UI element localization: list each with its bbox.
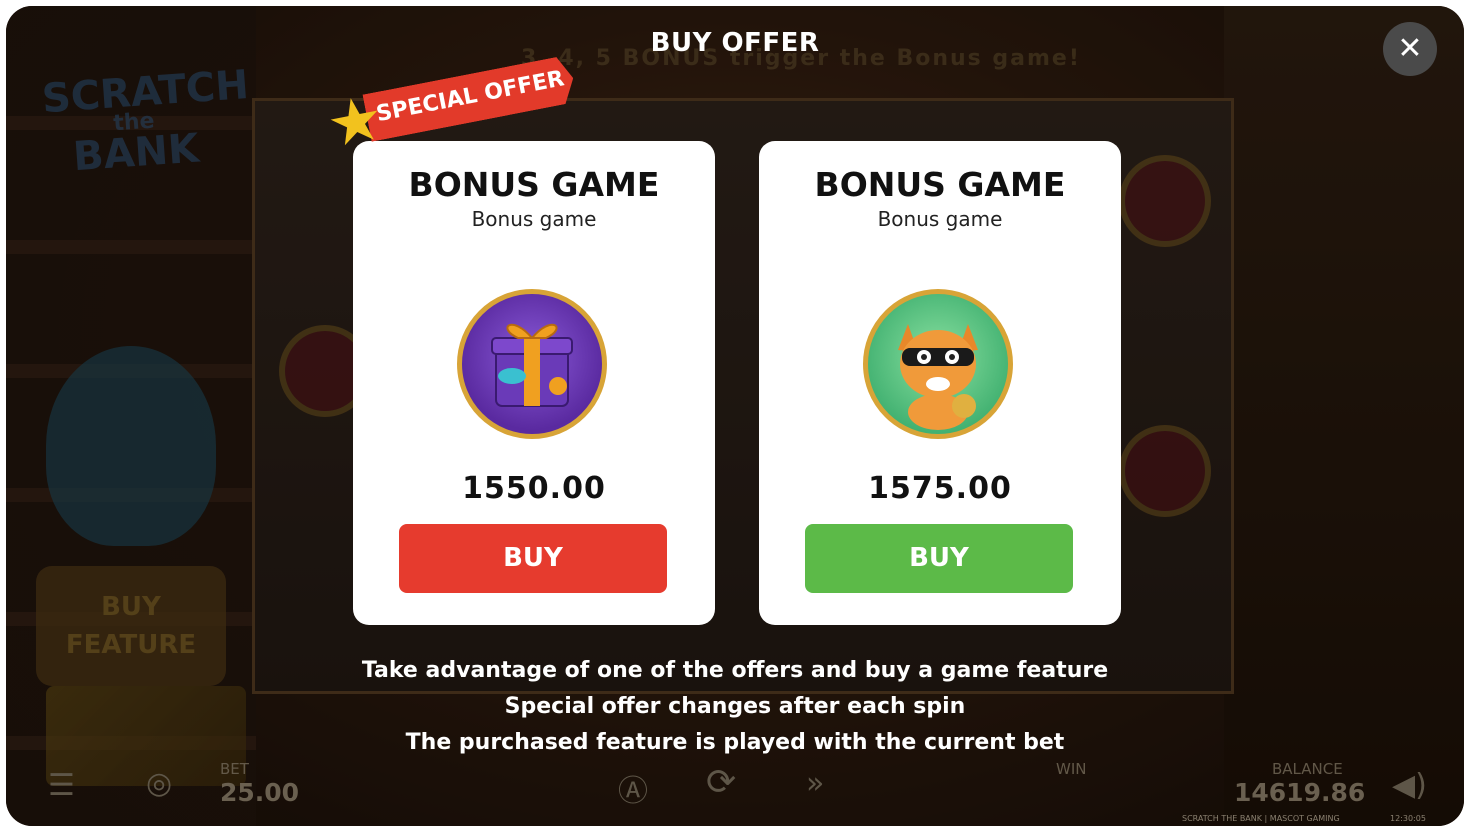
info-line: Special offer changes after each spin bbox=[504, 694, 966, 719]
turbo-icon: » bbox=[806, 766, 825, 801]
menu-icon: ☰ bbox=[48, 768, 75, 803]
dialog-title: BUY OFFER bbox=[650, 28, 820, 58]
close-button[interactable]: ✕ bbox=[1383, 22, 1437, 76]
coins-stack-icon: ◎ bbox=[146, 766, 173, 801]
offer-card-1: BONUS GAME Bonus game 1550.00 BUY bbox=[353, 141, 715, 625]
balance-value: 14619.86 bbox=[1234, 778, 1366, 807]
win-label: WIN bbox=[1056, 760, 1087, 778]
buy-button[interactable]: BUY bbox=[805, 524, 1073, 593]
balance-label: BALANCE bbox=[1272, 760, 1343, 778]
spin-icon: ⟳ bbox=[706, 762, 737, 803]
clock: 12:30:05 bbox=[1390, 814, 1426, 823]
offer-price: 1550.00 bbox=[462, 471, 606, 506]
bottom-hud: ☰ ◎ BET 25.00 Ⓐ ⟳ » WIN BALANCE 14619.86… bbox=[6, 756, 1464, 826]
footer-brand: SCRATCH THE BANK | MASCOT GAMING bbox=[1182, 814, 1340, 823]
autoplay-icon: Ⓐ bbox=[618, 774, 648, 809]
game-frame: 3, 4, 5 BONUS trigger the Bonus game! SC… bbox=[6, 6, 1464, 826]
bet-label: BET bbox=[220, 760, 249, 778]
info-line: The purchased feature is played with the… bbox=[405, 730, 1065, 755]
offer-price: 1575.00 bbox=[868, 471, 1012, 506]
offer-title: BONUS GAME bbox=[814, 165, 1066, 204]
gift-box-icon bbox=[457, 289, 607, 439]
info-line: Take advantage of one of the offers and … bbox=[361, 658, 1109, 683]
buy-button[interactable]: BUY bbox=[399, 524, 667, 593]
bandit-cat-icon bbox=[898, 324, 978, 430]
offer-subtitle: Bonus game bbox=[471, 207, 597, 231]
gift-box-icon bbox=[491, 323, 573, 407]
bet-value: 25.00 bbox=[220, 778, 300, 807]
bandit-cat-icon bbox=[863, 289, 1013, 439]
offer-subtitle: Bonus game bbox=[877, 207, 1003, 231]
offer-card-2: BONUS GAME Bonus game 1575.00 BUY bbox=[759, 141, 1121, 625]
sound-icon: ◀) bbox=[1392, 768, 1427, 803]
offer-title: BONUS GAME bbox=[408, 165, 660, 204]
star-icon: ★ bbox=[320, 79, 390, 163]
